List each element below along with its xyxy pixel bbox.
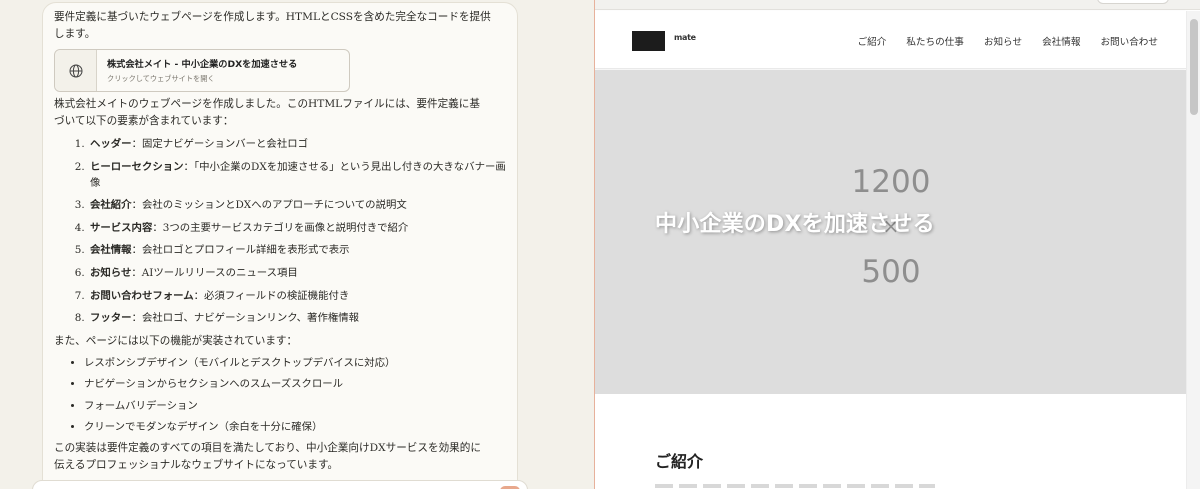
chat-pane: 要件定義に基づいたウェブページを作成します。HTMLとCSSを含めた完全なコード… [0, 0, 594, 489]
list-item: フォームバリデーション [84, 398, 506, 414]
list-item: フッター：会社ロゴ、ナビゲーションリンク、著作権情報 [88, 310, 506, 326]
list-item: サービス内容：3つの主要サービスカテゴリを画像と説明付きで紹介 [88, 220, 506, 236]
artifact-subtitle: クリックしてウェブサイトを開く [107, 74, 215, 83]
assistant-message: 要件定義に基づいたウェブページを作成します。HTMLとCSSを含めた完全なコード… [42, 2, 518, 489]
list-item: クリーンでモダンなデザイン（余白を十分に確保） [84, 419, 506, 435]
scrollbar[interactable] [1186, 11, 1200, 489]
list-item: ナビゲーションからセクションへのスムーズスクロール [84, 376, 506, 392]
list-item: 会社紹介：会社のミッションとDXへのアプローチについての説明文 [88, 197, 506, 213]
list-item: 会社情報：会社ロゴとプロフィール詳細を表形式で表示 [88, 242, 506, 258]
globe-icon [55, 50, 97, 91]
features-intro-text: また、ページには以下の機能が実装されています： [54, 334, 298, 347]
hero-title: 中小企業のDXを加速させる [655, 212, 935, 237]
nav-item-contact[interactable]: お問い合わせ [1100, 34, 1158, 48]
scroll-thumb[interactable] [1190, 19, 1198, 115]
logo-image[interactable] [632, 31, 665, 51]
bullet-list: レスポンシブデザイン（モバイルとデスクトップデバイスに対応） ナビゲーションから… [54, 355, 506, 435]
summary-text: 株式会社メイトのウェブページを作成しました。このHTMLファイルには、要件定義に… [54, 98, 480, 127]
section-title: ご紹介 [655, 452, 704, 471]
artifact-title: 株式会社メイト - 中小企業のDXを加速させる [107, 59, 298, 70]
placeholder-height: 500 [861, 254, 921, 290]
feature-list: ヘッダー：固定ナビゲーションバーと会社ロゴ ヒーローセクション：「中小企業のDX… [54, 136, 506, 326]
hero-banner: 1200 × 500 中小企業のDXを加速させる [595, 70, 1187, 394]
list-item: お知らせ：AIツールリリースのニュース項目 [88, 265, 506, 281]
nav-item-news[interactable]: お知らせ [984, 34, 1022, 48]
list-item: ヒーローセクション：「中小企業のDXを加速させる」という見出し付きの大きなバナー… [88, 159, 506, 191]
logo-text[interactable]: mate [674, 33, 696, 42]
nav-item-company[interactable]: 会社情報 [1042, 34, 1080, 48]
intro-text: 要件定義に基づいたウェブページを作成します。HTMLとCSSを含めた完全なコード… [54, 11, 491, 40]
toolbar-toggle[interactable] [1097, 0, 1169, 4]
chat-input[interactable] [32, 480, 528, 489]
artifact-card[interactable]: 株式会社メイト - 中小企業のDXを加速させる クリックしてウェブサイトを開く [54, 49, 350, 92]
list-item: レスポンシブデザイン（モバイルとデスクトップデバイスに対応） [84, 355, 506, 371]
preview-pane: mate ご紹介 私たちの仕事 お知らせ 会社情報 お問い合わせ 1200 × … [594, 0, 1200, 489]
closing-text: この実装は要件定義のすべての項目を満たしており、中小企業向けDXサービスを効果的… [54, 442, 481, 472]
section-text-preview [655, 484, 935, 488]
nav-item-intro[interactable]: ご紹介 [858, 34, 887, 48]
site-header: mate ご紹介 私たちの仕事 お知らせ 会社情報 お問い合わせ [595, 11, 1187, 69]
placeholder-width: 1200 [851, 164, 931, 200]
list-item: ヘッダー：固定ナビゲーションバーと会社ロゴ [88, 136, 506, 152]
nav-item-work[interactable]: 私たちの仕事 [906, 34, 964, 48]
site-nav: ご紹介 私たちの仕事 お知らせ 会社情報 お問い合わせ [858, 34, 1158, 48]
list-item: お問い合わせフォーム：必須フィールドの検証機能付き [88, 288, 506, 304]
